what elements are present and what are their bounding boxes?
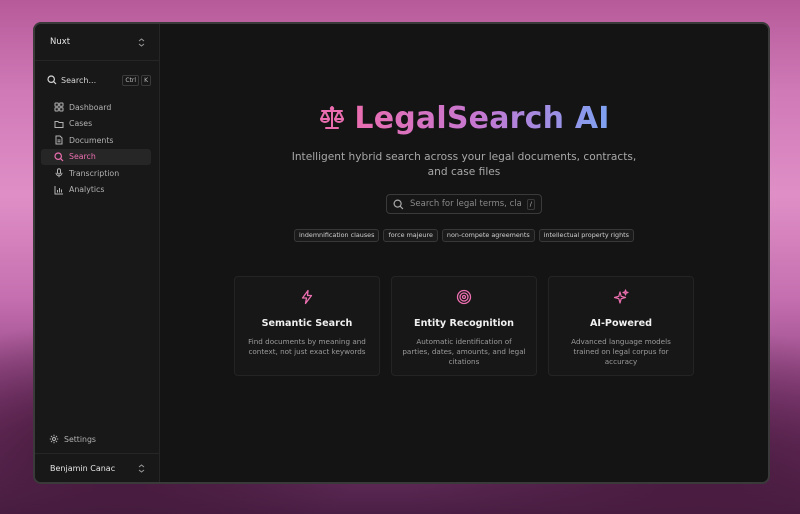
sidebar-item-label: Search [69, 152, 96, 161]
sidebar-item-label: Analytics [69, 185, 105, 194]
scales-icon [320, 106, 345, 129]
feature-title: Semantic Search [261, 318, 353, 329]
page-title: LegalSearch AI [354, 100, 610, 136]
sidebar-item-dashboard[interactable]: Dashboard [41, 99, 151, 115]
search-shortcut-key: / [526, 198, 535, 210]
sidebar-search[interactable]: Search... Ctrl K [47, 71, 151, 89]
kbd-k: K [141, 74, 151, 86]
workspace-name: Nuxt [50, 37, 71, 47]
workspace-switcher[interactable]: Nuxt [35, 24, 159, 61]
suggestion-chip[interactable]: intellectual property rights [538, 229, 634, 242]
lightning-icon [301, 289, 313, 305]
sidebar-search-label: Search... [61, 75, 97, 85]
target-icon [456, 289, 472, 305]
microphone-icon [55, 168, 63, 178]
sidebar-item-cases[interactable]: Cases [41, 116, 151, 132]
settings-label: Settings [64, 434, 96, 444]
chevron-up-down-icon [138, 463, 145, 473]
sidebar-item-transcription[interactable]: Transcription [41, 165, 151, 181]
document-icon [55, 135, 63, 145]
bar-chart-icon [54, 185, 63, 194]
legal-search-input[interactable] [408, 198, 523, 210]
hero: LegalSearch AI Intelligent hybrid search… [160, 100, 768, 242]
search-icon [54, 151, 64, 161]
sidebar: Nuxt Search... Ctrl K Dashboard Cases Do… [35, 24, 160, 482]
search-icon [47, 75, 57, 85]
sidebar-nav: Dashboard Cases Documents Search Transcr… [35, 99, 159, 198]
sparkles-icon [613, 289, 629, 304]
sidebar-item-settings[interactable]: Settings [35, 430, 159, 448]
gear-icon [49, 434, 59, 444]
suggestion-chip[interactable]: non-compete agreements [441, 229, 535, 242]
page-subtitle: Intelligent hybrid search across your le… [291, 151, 637, 178]
search-icon [393, 198, 404, 209]
search-shortcut: Ctrl K [122, 74, 151, 86]
dashboard-icon [54, 102, 64, 112]
feature-cards: Semantic Search Find documents by meanin… [234, 276, 694, 376]
sidebar-item-label: Dashboard [69, 102, 112, 112]
feature-title: AI-Powered [589, 318, 653, 329]
sidebar-item-documents[interactable]: Documents [41, 132, 151, 148]
sidebar-footer: Settings Benjamin Canac [35, 430, 159, 482]
sidebar-item-label: Transcription [69, 168, 120, 178]
suggestion-chip[interactable]: force majeure [383, 229, 438, 242]
suggestion-chip[interactable]: indemnification clauses [294, 229, 380, 242]
brand: LegalSearch AI [160, 100, 768, 136]
feature-card-entity-recognition: Entity Recognition Automatic identificat… [391, 276, 537, 376]
legal-search-box[interactable]: / [386, 194, 542, 214]
sidebar-item-search[interactable]: Search [41, 148, 151, 165]
chevron-up-down-icon [138, 37, 145, 47]
suggestion-chips: indemnification clauses force majeure no… [160, 229, 768, 242]
feature-description: Advanced language models trained on lega… [571, 337, 671, 366]
sidebar-item-label: Documents [69, 135, 114, 145]
folder-icon [54, 120, 64, 128]
main-panel: LegalSearch AI Intelligent hybrid search… [160, 24, 768, 482]
kbd-ctrl: Ctrl [122, 74, 140, 86]
sidebar-item-label: Cases [69, 119, 93, 128]
feature-title: Entity Recognition [414, 318, 514, 329]
feature-card-ai-powered: AI-Powered Advanced language models trai… [548, 276, 694, 376]
feature-card-semantic-search: Semantic Search Find documents by meanin… [234, 276, 380, 376]
feature-description: Automatic identification of parties, dat… [402, 337, 526, 366]
feature-description: Find documents by meaning and context, n… [248, 337, 366, 356]
user-menu[interactable]: Benjamin Canac [35, 453, 159, 482]
app-window: Nuxt Search... Ctrl K Dashboard Cases Do… [33, 22, 770, 484]
user-name: Benjamin Canac [50, 463, 116, 473]
sidebar-item-analytics[interactable]: Analytics [41, 182, 151, 198]
